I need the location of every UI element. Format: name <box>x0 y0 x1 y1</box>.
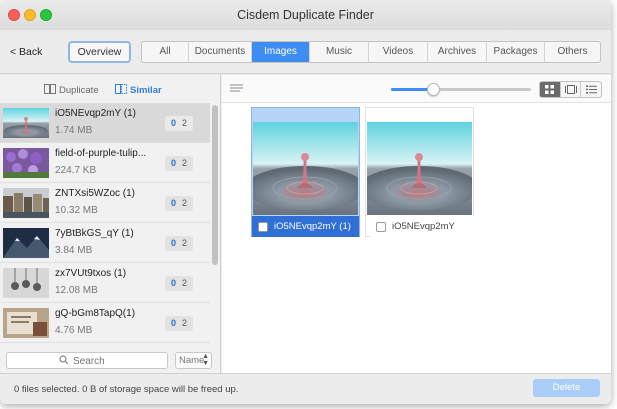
card-file-name: iO5NEvqp2mY (1) <box>274 221 351 232</box>
image-card-selected[interactable]: iO5NEvqp2mY (1) <box>251 107 360 237</box>
similar-mode-button[interactable]: Similar <box>115 84 162 96</box>
image-thumbnail <box>3 148 49 178</box>
selected-count: 0 <box>170 198 176 208</box>
tab-packages[interactable]: Packages <box>487 42 545 62</box>
selected-count: 0 <box>170 318 176 328</box>
list-item[interactable]: ZNTXsi5WZoc (1) 10.32 MB 0 2 <box>0 183 210 223</box>
title-bar: Cisdem Duplicate Finder <box>0 0 611 30</box>
zoom-slider-knob[interactable] <box>427 83 440 96</box>
image-thumbnail <box>3 268 49 298</box>
sort-value: Name <box>179 355 205 366</box>
mode-switch: Duplicate Similar <box>0 75 221 103</box>
item-name: iO5NEvqp2mY (1) <box>55 108 136 119</box>
total-count: 2 <box>181 118 187 128</box>
list-view-button[interactable] <box>581 82 601 97</box>
count-badge: 0 2 <box>165 196 193 211</box>
image-thumbnail <box>3 308 49 338</box>
app-window: Cisdem Duplicate Finder < Back Overview … <box>0 0 611 404</box>
grid-view-button[interactable] <box>540 82 561 97</box>
list-item[interactable]: gQ-bGm8TapQ(1) 4.76 MB 0 2 <box>0 303 210 343</box>
item-name: zx7VUt9txos (1) <box>55 268 127 279</box>
total-count: 2 <box>181 158 187 168</box>
card-file-name: iO5NEvqp2mY <box>392 221 455 232</box>
duplicate-mode-label: Duplicate <box>59 85 99 96</box>
details-toggle-icon[interactable] <box>230 84 243 94</box>
item-name: field-of-purple-tulip... <box>55 148 147 159</box>
selected-count: 0 <box>170 238 176 248</box>
list-item[interactable]: 7yBtBkGS_qY (1) 3.84 MB 0 2 <box>0 223 210 263</box>
category-tabs: All Documents Images Music Videos Archiv… <box>141 41 601 63</box>
item-name: gQ-bGm8TapQ(1) <box>55 308 136 319</box>
status-text: 0 files selected. 0 B of storage space w… <box>14 384 239 395</box>
item-size: 10.32 MB <box>55 205 98 216</box>
item-size: 224.7 KB <box>55 165 97 176</box>
search-icon <box>59 355 69 365</box>
tab-documents[interactable]: Documents <box>189 42 252 62</box>
updown-arrows-icon: ▲ ▼ <box>202 353 209 367</box>
image-preview <box>253 122 358 215</box>
delete-button[interactable]: Delete <box>533 379 600 397</box>
item-size: 12.08 MB <box>55 285 98 296</box>
list-item[interactable]: field-of-purple-tulip... 224.7 KB 0 2 <box>0 143 210 183</box>
image-thumbnail <box>3 108 49 138</box>
count-badge: 0 2 <box>165 156 193 171</box>
duplicate-mode-button[interactable]: Duplicate <box>44 84 99 96</box>
search-input[interactable] <box>73 354 163 368</box>
preview-toolbar <box>222 75 611 103</box>
similar-icon <box>115 84 127 94</box>
back-button[interactable]: < Back <box>10 46 42 58</box>
item-name: 7yBtBkGS_qY (1) <box>55 228 134 239</box>
tab-archives[interactable]: Archives <box>428 42 487 62</box>
list-item[interactable]: zx7VUt9txos (1) 12.08 MB 0 2 <box>0 263 210 303</box>
card-label: iO5NEvqp2mY <box>370 216 477 237</box>
list-item[interactable]: iO5NEvqp2mY (1) 1.74 MB 0 2 <box>0 103 210 143</box>
tab-images[interactable]: Images <box>252 42 310 62</box>
image-card[interactable]: iO5NEvqp2mY <box>365 107 477 237</box>
filmstrip-view-icon <box>564 85 577 94</box>
card-label: iO5NEvqp2mY (1) <box>252 216 359 237</box>
similar-mode-label: Similar <box>130 85 162 96</box>
preview-pane: iO5NEvqp2mY (1) iO5NEvqp2mY <box>222 75 611 373</box>
duplicate-icon <box>44 84 56 94</box>
item-name: ZNTXsi5WZoc (1) <box>55 188 135 199</box>
count-badge: 0 2 <box>165 116 193 131</box>
card-checkbox[interactable] <box>258 221 268 232</box>
toolbar: < Back Overview All Documents Images Mus… <box>0 30 611 74</box>
image-thumbnail <box>3 188 49 218</box>
scrollbar-thumb[interactable] <box>212 105 218 265</box>
count-badge: 0 2 <box>165 276 193 291</box>
list-view-icon <box>585 85 597 94</box>
count-badge: 0 2 <box>165 236 193 251</box>
filmstrip-view-button[interactable] <box>561 82 582 97</box>
selected-count: 0 <box>170 118 176 128</box>
card-checkbox[interactable] <box>376 221 386 232</box>
status-bar: 0 files selected. 0 B of storage space w… <box>0 373 611 404</box>
selected-count: 0 <box>170 158 176 168</box>
count-badge: 0 2 <box>165 316 193 331</box>
item-size: 4.76 MB <box>55 325 93 336</box>
total-count: 2 <box>181 238 187 248</box>
total-count: 2 <box>181 278 187 288</box>
item-size: 3.84 MB <box>55 245 93 256</box>
image-preview <box>367 122 472 215</box>
window-title: Cisdem Duplicate Finder <box>237 8 374 22</box>
image-thumbnail <box>3 228 49 258</box>
sidebar: Duplicate Similar iO5NEvqp2mY (1) 1.74 M… <box>0 75 221 373</box>
tab-videos[interactable]: Videos <box>369 42 428 62</box>
sort-dropdown[interactable]: Name ▲ ▼ <box>175 352 212 369</box>
selected-count: 0 <box>170 278 176 288</box>
view-mode-switch <box>539 81 602 98</box>
grid-view-icon <box>545 85 555 94</box>
item-size: 1.74 MB <box>55 125 93 136</box>
search-box <box>6 352 168 369</box>
tab-others[interactable]: Others <box>545 42 600 62</box>
result-list: iO5NEvqp2mY (1) 1.74 MB 0 2 field-of-pur… <box>0 103 210 343</box>
tab-music[interactable]: Music <box>310 42 369 62</box>
overview-button[interactable]: Overview <box>68 41 131 63</box>
total-count: 2 <box>181 198 187 208</box>
tab-all[interactable]: All <box>142 42 189 62</box>
list-scrollbar[interactable] <box>211 103 219 343</box>
zoom-slider[interactable] <box>391 83 531 96</box>
total-count: 2 <box>181 318 187 328</box>
